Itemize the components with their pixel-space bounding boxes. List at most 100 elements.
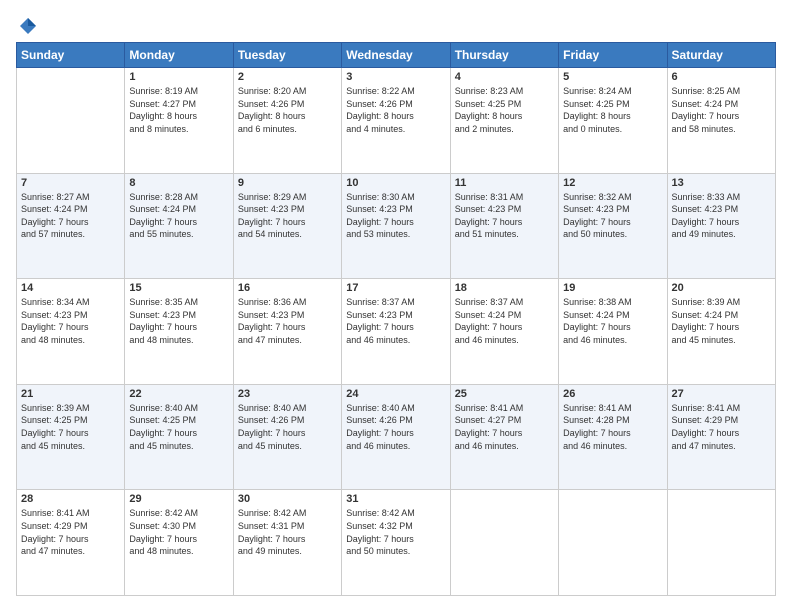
calendar-cell: 6 Sunrise: 8:25 AM Sunset: 4:24 PM Daylig… bbox=[667, 68, 775, 174]
weekday-header-friday: Friday bbox=[559, 43, 667, 68]
day-number: 1 bbox=[129, 71, 228, 83]
day-number: 5 bbox=[563, 71, 662, 83]
calendar-cell: 28 Sunrise: 8:41 AM Sunset: 4:29 PM Dayli… bbox=[17, 490, 125, 596]
day-number: 24 bbox=[346, 388, 445, 400]
week-row-4: 21 Sunrise: 8:39 AM Sunset: 4:25 PM Dayli… bbox=[17, 384, 776, 490]
day-number: 19 bbox=[563, 282, 662, 294]
day-info: Sunrise: 8:33 AM Sunset: 4:23 PM Dayligh… bbox=[672, 191, 771, 241]
weekday-header-monday: Monday bbox=[125, 43, 233, 68]
day-number: 3 bbox=[346, 71, 445, 83]
calendar-cell bbox=[667, 490, 775, 596]
day-number: 8 bbox=[129, 177, 228, 189]
calendar-cell: 4 Sunrise: 8:23 AM Sunset: 4:25 PM Daylig… bbox=[450, 68, 558, 174]
calendar-page: SundayMondayTuesdayWednesdayThursdayFrid… bbox=[0, 0, 792, 612]
day-info: Sunrise: 8:41 AM Sunset: 4:29 PM Dayligh… bbox=[672, 402, 771, 452]
day-number: 26 bbox=[563, 388, 662, 400]
calendar-cell: 31 Sunrise: 8:42 AM Sunset: 4:32 PM Dayli… bbox=[342, 490, 450, 596]
day-info: Sunrise: 8:22 AM Sunset: 4:26 PM Dayligh… bbox=[346, 85, 445, 135]
calendar-cell: 11 Sunrise: 8:31 AM Sunset: 4:23 PM Dayli… bbox=[450, 173, 558, 279]
day-info: Sunrise: 8:39 AM Sunset: 4:24 PM Dayligh… bbox=[672, 296, 771, 346]
day-number: 10 bbox=[346, 177, 445, 189]
day-info: Sunrise: 8:24 AM Sunset: 4:25 PM Dayligh… bbox=[563, 85, 662, 135]
calendar-cell: 19 Sunrise: 8:38 AM Sunset: 4:24 PM Dayli… bbox=[559, 279, 667, 385]
day-number: 30 bbox=[238, 493, 337, 505]
weekday-header-tuesday: Tuesday bbox=[233, 43, 341, 68]
day-info: Sunrise: 8:39 AM Sunset: 4:25 PM Dayligh… bbox=[21, 402, 120, 452]
day-number: 2 bbox=[238, 71, 337, 83]
day-info: Sunrise: 8:32 AM Sunset: 4:23 PM Dayligh… bbox=[563, 191, 662, 241]
day-info: Sunrise: 8:40 AM Sunset: 4:25 PM Dayligh… bbox=[129, 402, 228, 452]
day-number: 29 bbox=[129, 493, 228, 505]
week-row-2: 7 Sunrise: 8:27 AM Sunset: 4:24 PM Daylig… bbox=[17, 173, 776, 279]
calendar-cell bbox=[450, 490, 558, 596]
day-number: 23 bbox=[238, 388, 337, 400]
calendar-cell: 18 Sunrise: 8:37 AM Sunset: 4:24 PM Dayli… bbox=[450, 279, 558, 385]
calendar-cell: 13 Sunrise: 8:33 AM Sunset: 4:23 PM Dayli… bbox=[667, 173, 775, 279]
calendar-cell: 23 Sunrise: 8:40 AM Sunset: 4:26 PM Dayli… bbox=[233, 384, 341, 490]
logo bbox=[16, 16, 38, 32]
day-info: Sunrise: 8:42 AM Sunset: 4:32 PM Dayligh… bbox=[346, 507, 445, 557]
day-info: Sunrise: 8:34 AM Sunset: 4:23 PM Dayligh… bbox=[21, 296, 120, 346]
day-number: 6 bbox=[672, 71, 771, 83]
day-number: 28 bbox=[21, 493, 120, 505]
weekday-header-sunday: Sunday bbox=[17, 43, 125, 68]
day-info: Sunrise: 8:36 AM Sunset: 4:23 PM Dayligh… bbox=[238, 296, 337, 346]
calendar-cell: 20Sunrise: 8:39 AM Sunset: 4:24 PM Dayli… bbox=[667, 279, 775, 385]
calendar-cell: 5 Sunrise: 8:24 AM Sunset: 4:25 PM Daylig… bbox=[559, 68, 667, 174]
week-row-1: 1 Sunrise: 8:19 AM Sunset: 4:27 PM Daylig… bbox=[17, 68, 776, 174]
day-info: Sunrise: 8:42 AM Sunset: 4:30 PM Dayligh… bbox=[129, 507, 228, 557]
day-number: 27 bbox=[672, 388, 771, 400]
calendar-cell: 7 Sunrise: 8:27 AM Sunset: 4:24 PM Daylig… bbox=[17, 173, 125, 279]
calendar-cell: 15Sunrise: 8:35 AM Sunset: 4:23 PM Dayli… bbox=[125, 279, 233, 385]
day-number: 4 bbox=[455, 71, 554, 83]
weekday-header-thursday: Thursday bbox=[450, 43, 558, 68]
day-info: Sunrise: 8:37 AM Sunset: 4:24 PM Dayligh… bbox=[455, 296, 554, 346]
day-number: 17 bbox=[346, 282, 445, 294]
calendar-cell: 22 Sunrise: 8:40 AM Sunset: 4:25 PM Dayli… bbox=[125, 384, 233, 490]
header bbox=[16, 16, 776, 32]
calendar-cell: 27 Sunrise: 8:41 AM Sunset: 4:29 PM Dayli… bbox=[667, 384, 775, 490]
day-info: Sunrise: 8:37 AM Sunset: 4:23 PM Dayligh… bbox=[346, 296, 445, 346]
day-number: 16 bbox=[238, 282, 337, 294]
day-info: Sunrise: 8:38 AM Sunset: 4:24 PM Dayligh… bbox=[563, 296, 662, 346]
day-info: Sunrise: 8:29 AM Sunset: 4:23 PM Dayligh… bbox=[238, 191, 337, 241]
day-number: 7 bbox=[21, 177, 120, 189]
day-info: Sunrise: 8:30 AM Sunset: 4:23 PM Dayligh… bbox=[346, 191, 445, 241]
day-number: 25 bbox=[455, 388, 554, 400]
day-number: 14 bbox=[21, 282, 120, 294]
calendar-table: SundayMondayTuesdayWednesdayThursdayFrid… bbox=[16, 42, 776, 596]
day-info: Sunrise: 8:41 AM Sunset: 4:28 PM Dayligh… bbox=[563, 402, 662, 452]
day-number: 11 bbox=[455, 177, 554, 189]
calendar-cell: 10 Sunrise: 8:30 AM Sunset: 4:23 PM Dayli… bbox=[342, 173, 450, 279]
day-number: 15 bbox=[129, 282, 228, 294]
calendar-cell: 16 Sunrise: 8:36 AM Sunset: 4:23 PM Dayli… bbox=[233, 279, 341, 385]
day-number: 18 bbox=[455, 282, 554, 294]
weekday-header-row: SundayMondayTuesdayWednesdayThursdayFrid… bbox=[17, 43, 776, 68]
calendar-cell: 29 Sunrise: 8:42 AM Sunset: 4:30 PM Dayli… bbox=[125, 490, 233, 596]
calendar-cell: 24 Sunrise: 8:40 AM Sunset: 4:26 PM Dayli… bbox=[342, 384, 450, 490]
day-info: Sunrise: 8:41 AM Sunset: 4:29 PM Dayligh… bbox=[21, 507, 120, 557]
calendar-cell bbox=[17, 68, 125, 174]
day-info: Sunrise: 8:31 AM Sunset: 4:23 PM Dayligh… bbox=[455, 191, 554, 241]
day-number: 9 bbox=[238, 177, 337, 189]
day-info: Sunrise: 8:27 AM Sunset: 4:24 PM Dayligh… bbox=[21, 191, 120, 241]
day-info: Sunrise: 8:23 AM Sunset: 4:25 PM Dayligh… bbox=[455, 85, 554, 135]
day-number: 13 bbox=[672, 177, 771, 189]
calendar-cell: 1 Sunrise: 8:19 AM Sunset: 4:27 PM Daylig… bbox=[125, 68, 233, 174]
day-info: Sunrise: 8:41 AM Sunset: 4:27 PM Dayligh… bbox=[455, 402, 554, 452]
calendar-cell: 12Sunrise: 8:32 AM Sunset: 4:23 PM Dayli… bbox=[559, 173, 667, 279]
calendar-cell: 25 Sunrise: 8:41 AM Sunset: 4:27 PM Dayli… bbox=[450, 384, 558, 490]
day-info: Sunrise: 8:28 AM Sunset: 4:24 PM Dayligh… bbox=[129, 191, 228, 241]
calendar-cell: 14 Sunrise: 8:34 AM Sunset: 4:23 PM Dayli… bbox=[17, 279, 125, 385]
day-number: 21 bbox=[21, 388, 120, 400]
calendar-cell bbox=[559, 490, 667, 596]
day-info: Sunrise: 8:40 AM Sunset: 4:26 PM Dayligh… bbox=[346, 402, 445, 452]
day-info: Sunrise: 8:25 AM Sunset: 4:24 PM Dayligh… bbox=[672, 85, 771, 135]
day-number: 31 bbox=[346, 493, 445, 505]
day-info: Sunrise: 8:19 AM Sunset: 4:27 PM Dayligh… bbox=[129, 85, 228, 135]
calendar-cell: 30Sunrise: 8:42 AM Sunset: 4:31 PM Dayli… bbox=[233, 490, 341, 596]
day-number: 22 bbox=[129, 388, 228, 400]
day-info: Sunrise: 8:20 AM Sunset: 4:26 PM Dayligh… bbox=[238, 85, 337, 135]
day-info: Sunrise: 8:40 AM Sunset: 4:26 PM Dayligh… bbox=[238, 402, 337, 452]
calendar-cell: 3 Sunrise: 8:22 AM Sunset: 4:26 PM Daylig… bbox=[342, 68, 450, 174]
